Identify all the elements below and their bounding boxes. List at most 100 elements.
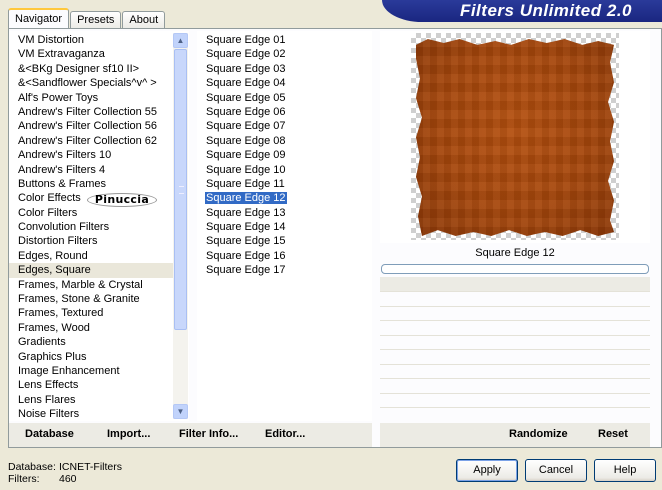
filter-item[interactable]: Square Edge 08 bbox=[205, 134, 355, 148]
category-item[interactable]: Frames, Stone & Granite bbox=[9, 292, 173, 306]
category-item[interactable]: Andrew's Filter Collection 55 bbox=[9, 105, 173, 119]
scroll-down-button[interactable]: ▼ bbox=[173, 404, 188, 419]
filter-item-label: Square Edge 12 bbox=[205, 192, 287, 205]
filter-item[interactable]: Square Edge 09 bbox=[205, 148, 355, 162]
category-item[interactable]: Andrew's Filter Collection 56 bbox=[9, 119, 173, 133]
filter-info-link[interactable]: Filter Info... bbox=[179, 428, 238, 440]
watermark-label: Pinuccia bbox=[87, 193, 157, 207]
filter-item-label: Square Edge 14 bbox=[206, 221, 286, 234]
filter-item[interactable]: Square Edge 06 bbox=[205, 105, 355, 119]
category-item[interactable]: Andrew's Filters 10 bbox=[9, 148, 173, 162]
filter-item[interactable]: Square Edge 11 bbox=[205, 177, 355, 191]
category-item[interactable]: Distortion Filters bbox=[9, 234, 173, 248]
category-item[interactable]: Image Enhancement bbox=[9, 364, 173, 378]
filter-item[interactable]: Square Edge 03 bbox=[205, 62, 355, 76]
category-item[interactable]: VM Extravaganza bbox=[9, 47, 173, 61]
category-item[interactable]: Alf's Power Toys bbox=[9, 91, 173, 105]
filter-item-label: Square Edge 06 bbox=[206, 105, 286, 118]
filter-item[interactable]: Square Edge 10 bbox=[205, 163, 355, 177]
parameter-row bbox=[380, 277, 650, 292]
parameter-row bbox=[380, 321, 650, 336]
reset-link[interactable]: Reset bbox=[598, 428, 628, 440]
filter-item[interactable]: Square Edge 01 bbox=[205, 33, 355, 47]
category-item[interactable]: Frames, Marble & Crystal bbox=[9, 278, 173, 292]
filter-item-label: Square Edge 03 bbox=[206, 62, 286, 75]
import-link[interactable]: Import... bbox=[107, 428, 150, 440]
parameter-row bbox=[380, 379, 650, 394]
filter-item[interactable]: Square Edge 05 bbox=[205, 91, 355, 105]
category-item[interactable]: Graphics Plus bbox=[9, 350, 173, 364]
navigator-link-bar: Database Import... Filter Info... Editor… bbox=[9, 423, 372, 447]
filter-item-label: Square Edge 05 bbox=[206, 91, 286, 104]
filter-item[interactable]: Square Edge 12 bbox=[205, 191, 355, 205]
chevron-down-icon: ▼ bbox=[176, 407, 185, 416]
editor-link[interactable]: Editor... bbox=[265, 428, 305, 440]
filter-name-label: Square Edge 12 bbox=[475, 247, 555, 259]
randomize-link[interactable]: Randomize bbox=[509, 428, 568, 440]
parameter-area bbox=[380, 277, 650, 408]
category-item[interactable]: Noise Filters bbox=[9, 407, 173, 421]
filter-item[interactable]: Square Edge 02 bbox=[205, 47, 355, 61]
category-item[interactable]: Buttons & Frames bbox=[9, 177, 173, 191]
help-button[interactable]: Help bbox=[594, 459, 656, 482]
category-item[interactable]: Lens Flares bbox=[9, 393, 173, 407]
filter-item-label: Square Edge 16 bbox=[206, 249, 286, 262]
preview-image bbox=[416, 39, 614, 236]
category-item[interactable]: Frames, Wood bbox=[9, 321, 173, 335]
filter-item[interactable]: Square Edge 17 bbox=[205, 263, 355, 277]
filter-list[interactable]: Square Edge 01 Square Edge 02 Square Edge … bbox=[197, 31, 372, 421]
parameter-row bbox=[380, 292, 650, 307]
filter-item-label: Square Edge 02 bbox=[206, 48, 286, 61]
tab-presets[interactable]: Presets bbox=[70, 11, 122, 28]
tab-navigator[interactable]: Navigator bbox=[8, 8, 70, 28]
database-link[interactable]: Database bbox=[25, 428, 74, 440]
cancel-button[interactable]: Cancel bbox=[525, 459, 587, 482]
parameter-row bbox=[380, 364, 650, 379]
category-item[interactable]: &<Sandflower Specials^v^ > bbox=[9, 76, 173, 90]
filter-item[interactable]: Square Edge 13 bbox=[205, 206, 355, 220]
filter-item-label: Square Edge 08 bbox=[206, 134, 286, 147]
filter-item-label: Square Edge 01 bbox=[206, 34, 286, 46]
category-item[interactable]: Edges, Round bbox=[9, 249, 173, 263]
filter-item-label: Square Edge 07 bbox=[206, 120, 286, 133]
filter-item[interactable]: Square Edge 07 bbox=[205, 119, 355, 133]
filter-item-label: Square Edge 13 bbox=[206, 206, 286, 219]
grip-icon bbox=[179, 186, 184, 194]
parameter-row bbox=[380, 335, 650, 350]
database-info: Database: ICNET-Filters Filters: 460 bbox=[8, 461, 122, 485]
preview-action-bar: Randomize Reset bbox=[380, 423, 650, 447]
category-item[interactable]: VM Distortion bbox=[9, 33, 173, 47]
scroll-thumb[interactable] bbox=[174, 49, 187, 330]
filter-item[interactable]: Square Edge 04 bbox=[205, 76, 355, 90]
filter-item[interactable]: Square Edge 16 bbox=[205, 249, 355, 263]
filter-item-label: Square Edge 09 bbox=[206, 149, 286, 162]
category-scrollbar[interactable]: ▲ ▼ bbox=[173, 33, 188, 419]
filter-item-label: Square Edge 11 bbox=[206, 177, 285, 190]
database-value: ICNET-Filters bbox=[59, 461, 122, 473]
category-item[interactable]: &<BKg Designer sf10 II> bbox=[9, 62, 173, 76]
parameter-row bbox=[380, 350, 650, 365]
tab-about[interactable]: About bbox=[122, 11, 166, 28]
category-item[interactable]: Convolution Filters bbox=[9, 220, 173, 234]
filters-count-value: 460 bbox=[59, 473, 77, 485]
category-list[interactable]: VM Distortion VM Extravaganza &<BKg Design… bbox=[9, 31, 189, 421]
category-item[interactable]: Frames, Textured bbox=[9, 306, 173, 320]
category-item[interactable]: Andrew's Filters 4 bbox=[9, 163, 173, 177]
app-banner: Filters Unlimited 2.0 bbox=[382, 0, 662, 22]
apply-button[interactable]: Apply bbox=[456, 459, 518, 482]
tab-strip: Navigator Presets About bbox=[8, 8, 166, 28]
category-item[interactable]: Color Filters bbox=[9, 206, 173, 220]
category-item[interactable]: Gradients bbox=[9, 335, 173, 349]
filter-item[interactable]: Square Edge 14 bbox=[205, 220, 355, 234]
preview-area bbox=[380, 31, 650, 243]
category-item[interactable]: Lens Effects bbox=[9, 378, 173, 392]
filter-item-label: Square Edge 04 bbox=[206, 77, 286, 90]
scroll-up-button[interactable]: ▲ bbox=[173, 33, 188, 48]
parameter-row bbox=[380, 393, 650, 408]
database-label: Database: bbox=[8, 461, 56, 473]
category-item[interactable]: Andrew's Filter Collection 62 bbox=[9, 134, 173, 148]
chevron-up-icon: ▲ bbox=[176, 36, 185, 45]
filter-item[interactable]: Square Edge 15 bbox=[205, 234, 355, 248]
category-item[interactable]: Edges, Square bbox=[9, 263, 173, 278]
filter-item-label: Square Edge 15 bbox=[206, 235, 286, 248]
